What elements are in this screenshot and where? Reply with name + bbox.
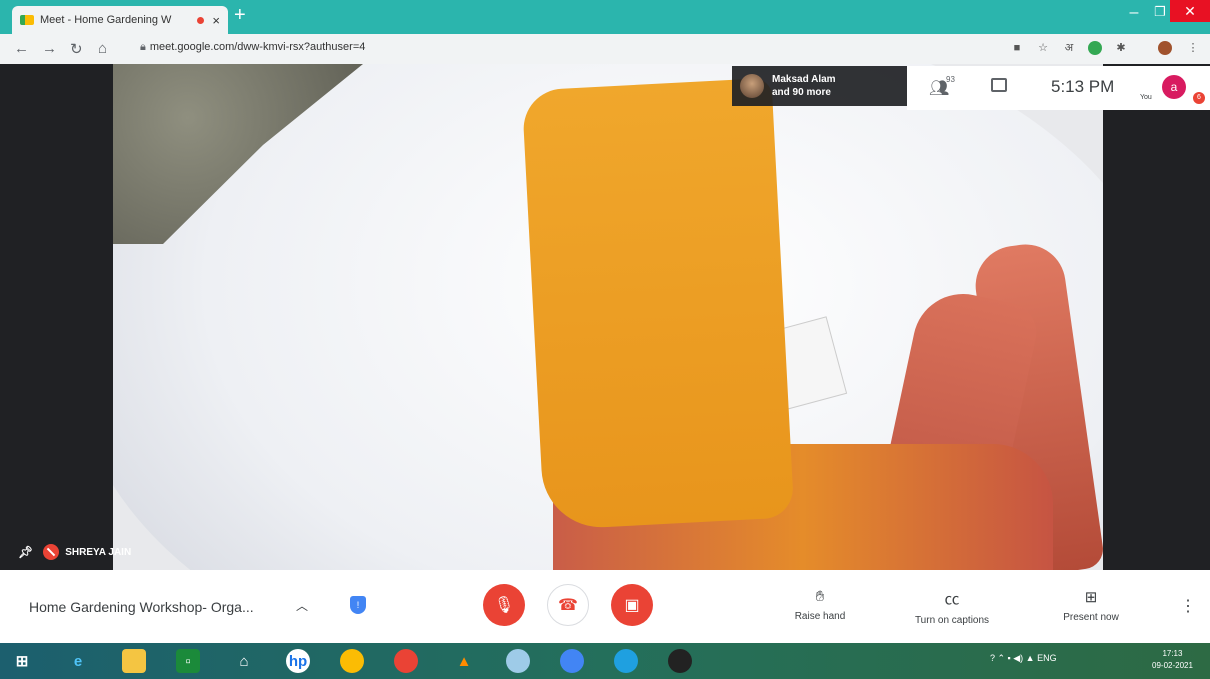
profile-avatar-icon[interactable] (1158, 41, 1172, 55)
obs-icon[interactable] (668, 649, 692, 673)
vlc-icon[interactable]: ▲ (452, 649, 476, 673)
recording-dot-icon (197, 16, 205, 24)
file-explorer-icon[interactable] (122, 649, 146, 673)
chat-icon[interactable] (991, 78, 1007, 92)
store-icon[interactable]: ▫ (176, 649, 200, 673)
captions-label: Turn on captions (914, 615, 990, 626)
windows-start-icon[interactable]: ⊞ (10, 649, 34, 673)
chrome-active-icon[interactable] (394, 649, 418, 673)
system-tray[interactable]: ? ⌃ ▪ ◀) ▲ ENG (990, 653, 1057, 664)
lock-icon: 🔒︎ (140, 41, 146, 53)
camera-toggle-button[interactable]: ▣ (611, 584, 653, 626)
chrome-icon[interactable] (340, 649, 364, 673)
participant-name: SHREYA JAIN (65, 546, 132, 558)
more-options-icon[interactable]: ⋮ (1180, 596, 1196, 616)
self-avatar[interactable]: a (1162, 75, 1186, 99)
speaker-name: Maksad Alam (772, 74, 836, 85)
captions-button[interactable]: ㏄ Turn on captions (897, 588, 1007, 626)
url-text: meet.google.com/dww-kmvi-rsx?authuser=4 (149, 41, 366, 53)
help-icon[interactable]: ? (990, 653, 995, 663)
maximize-window-button[interactable]: ❐ (1150, 4, 1170, 24)
new-tab-button[interactable]: + (234, 4, 246, 27)
reload-icon[interactable]: ↻ (70, 40, 83, 58)
camera-extension-icon[interactable]: ■ (1010, 41, 1024, 55)
pin-icon[interactable]: 📌︎ (18, 545, 33, 559)
leave-call-button[interactable]: ☎︎ (547, 584, 589, 626)
you-label: You (1140, 94, 1152, 101)
closed-captions-icon: ㏄ (944, 591, 960, 608)
meeting-stage: 📌︎ SHREYA JAIN (0, 64, 1210, 570)
bookmark-star-icon[interactable]: ☆ (1036, 41, 1050, 55)
mute-microphone-button[interactable]: 🎙︎ (483, 584, 525, 626)
chevron-up-icon[interactable]: ︿ (296, 597, 308, 614)
close-window-button[interactable]: ✕ (1170, 0, 1210, 22)
active-speaker-card[interactable]: Maksad Alam and 90 more (732, 66, 907, 106)
meeting-title[interactable]: Home Gardening Workshop- Orga... (29, 599, 254, 615)
back-arrow-icon[interactable]: ← (14, 40, 29, 57)
windows-taskbar: ⊞ e ▫ ⌂ hp ▲ ? ⌃ ▪ ◀) ▲ ENG 17:13 09-02-… (0, 643, 1210, 679)
camera-off-icon: ▣ (624, 597, 640, 614)
hand-icon: ✋︎ (815, 588, 825, 605)
participant-video (113, 64, 1103, 570)
taskbar-clock[interactable]: 17:13 09-02-2021 (1152, 648, 1193, 672)
participants-count: 93 (946, 75, 955, 84)
meet-favicon-icon (20, 15, 34, 25)
speaker-more: and 90 more (772, 87, 831, 98)
pinned-participant-label: 📌︎ SHREYA JAIN (18, 544, 131, 560)
tab-title: Meet - Home Gardening W (40, 14, 172, 26)
green-extension-icon[interactable] (1088, 41, 1102, 55)
orange-peel-image (521, 77, 795, 531)
raise-hand-label: Raise hand (794, 611, 846, 622)
browser-title-bar: Meet - Home Gardening W × + – ❐ ✕ (0, 0, 1210, 34)
forward-arrow-icon[interactable]: → (42, 40, 57, 57)
present-now-button[interactable]: ⊞ Present now (1036, 588, 1146, 623)
speaker-avatar (740, 74, 764, 98)
shield-icon[interactable]: ! (350, 596, 366, 614)
tab-close-button[interactable]: × (212, 13, 220, 28)
translate-extension-icon[interactable]: अ (1062, 41, 1076, 55)
browser-toolbar: ← → ↻ ⌂ 🔒︎ meet.google.com/dww-kmvi-rsx?a… (0, 34, 1210, 64)
taskbar-time: 17:13 (1162, 649, 1183, 658)
taskbar-date: 09-02-2021 (1152, 661, 1193, 670)
notification-badge: 6 (1193, 92, 1205, 104)
home-icon[interactable]: ⌂ (98, 40, 107, 57)
language-indicator[interactable]: ENG (1037, 653, 1057, 663)
browser-app-icon[interactable] (560, 649, 584, 673)
address-bar[interactable]: 🔒︎ meet.google.com/dww-kmvi-rsx?authuser=… (140, 41, 365, 54)
mic-off-icon: 🎙︎ (493, 597, 515, 614)
meeting-clock: 5:13 PM (1051, 77, 1115, 96)
puzzle-extension-icon[interactable]: ✱ (1114, 41, 1128, 55)
internet-explorer-icon[interactable]: e (66, 649, 90, 673)
hp-icon[interactable]: hp (286, 649, 310, 673)
browser-menu-icon[interactable]: ⋮ (1186, 41, 1200, 55)
minimize-window-button[interactable]: – (1124, 4, 1144, 24)
browser-tab[interactable]: Meet - Home Gardening W × (12, 6, 228, 34)
phone-hangup-icon: ☎︎ (558, 597, 578, 614)
meet-top-bar: 👥︎ 93 5:13 PM You a 6 (907, 66, 1210, 110)
edge-icon[interactable] (614, 649, 638, 673)
present-screen-icon: ⊞ (1084, 589, 1098, 606)
meeting-controls: Home Gardening Workshop- Orga... ︿ ! 🎙︎ … (0, 570, 1210, 643)
muted-mic-icon (43, 544, 60, 560)
app-icon[interactable] (506, 649, 530, 673)
present-label: Present now (1063, 612, 1119, 623)
raise-hand-button[interactable]: ✋︎ Raise hand (765, 588, 875, 622)
home-app-icon[interactable]: ⌂ (232, 649, 256, 673)
